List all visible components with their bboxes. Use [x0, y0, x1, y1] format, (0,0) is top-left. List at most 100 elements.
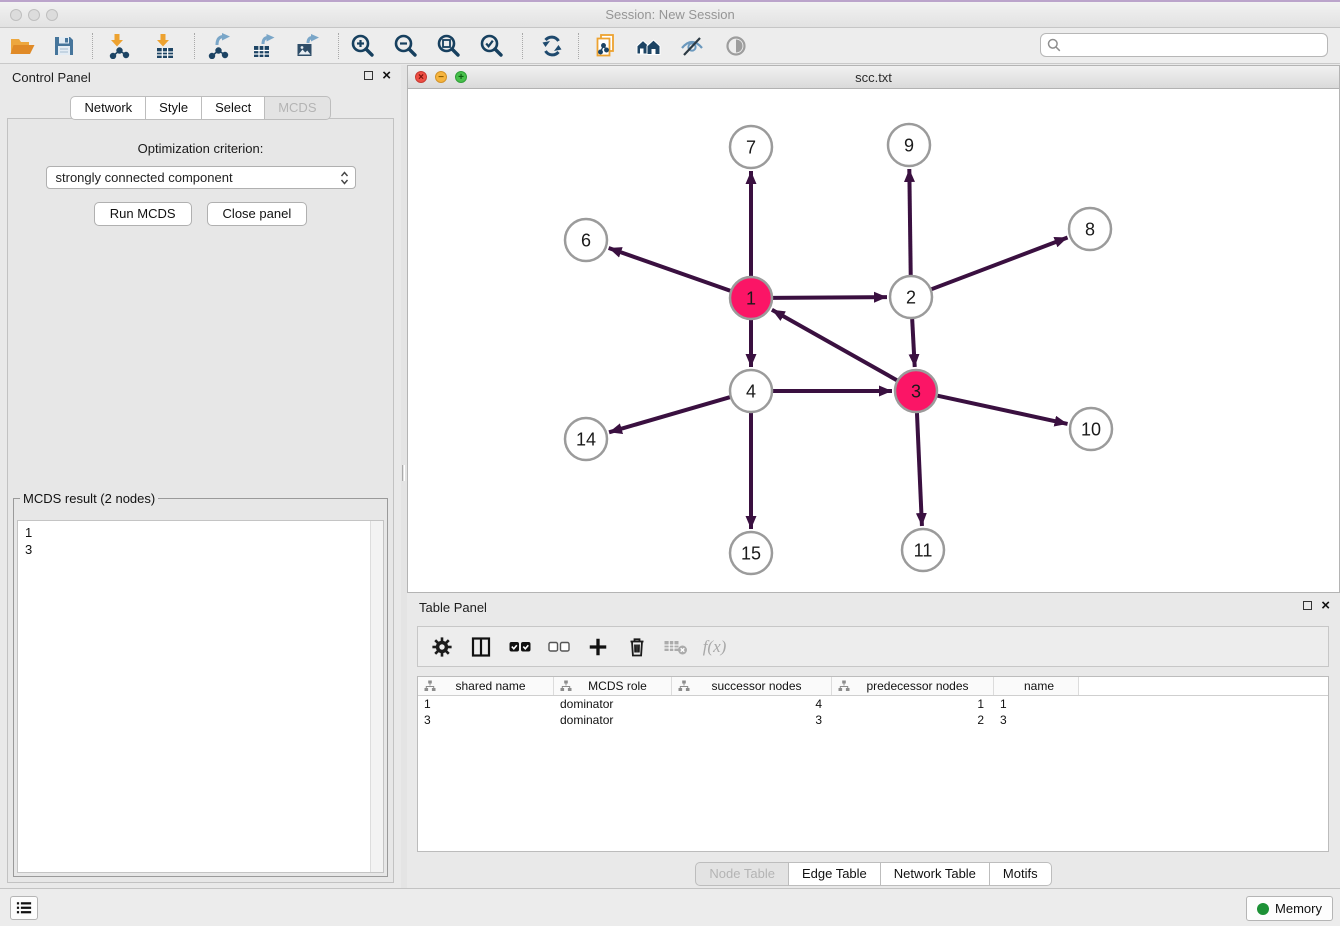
graph-node-label: 2: [906, 287, 916, 307]
split-columns-icon: [469, 635, 493, 659]
zoom-out-icon: [393, 33, 419, 59]
tab-motifs[interactable]: Motifs: [990, 862, 1052, 886]
graph-node-2[interactable]: 2: [890, 276, 932, 318]
delete-column-button[interactable]: [622, 632, 651, 661]
search-input[interactable]: [1065, 37, 1321, 53]
import-table-button[interactable]: [147, 31, 183, 61]
criterion-value: strongly connected component: [56, 170, 340, 185]
cell-filler: [1079, 696, 1328, 712]
network-canvas[interactable]: 7 9 6 8 1 2 4 3 14 10 15 11: [408, 89, 1339, 592]
column-header-mcds-role[interactable]: MCDS role: [554, 677, 672, 695]
graph-node-14[interactable]: 14: [565, 418, 607, 460]
graph-edge-3-1[interactable]: [772, 310, 897, 380]
create-column-button[interactable]: [583, 632, 612, 661]
zoom-fit-icon: [436, 33, 462, 59]
column-header-shared-name[interactable]: shared name: [418, 677, 554, 695]
graph-node-3[interactable]: 3: [895, 370, 937, 412]
export-table-button[interactable]: [246, 31, 282, 61]
graph-edge-1-2[interactable]: [773, 297, 887, 298]
graph-edge-2-8[interactable]: [932, 238, 1068, 290]
graph-node-label: 4: [746, 381, 756, 401]
result-line: 1: [25, 524, 369, 541]
select-all-icon: [508, 638, 532, 656]
zoom-in-button[interactable]: [345, 31, 381, 61]
graph-node-8[interactable]: 8: [1069, 208, 1111, 250]
close-panel-icon[interactable]: ×: [382, 70, 391, 81]
column-header-predecessor-nodes[interactable]: predecessor nodes: [832, 677, 994, 695]
zoom-selected-button[interactable]: [474, 31, 510, 61]
tab-select[interactable]: Select: [202, 96, 265, 120]
graph-edge-3-10[interactable]: [937, 396, 1067, 424]
graph-node-7[interactable]: 7: [730, 126, 772, 168]
close-panel-button[interactable]: Close panel: [207, 202, 308, 226]
graph-edge-1-6[interactable]: [609, 248, 731, 291]
apply-layout-button[interactable]: [534, 31, 570, 61]
graph-node-6[interactable]: 6: [565, 219, 607, 261]
memory-button[interactable]: Memory: [1246, 896, 1333, 921]
tab-mcds[interactable]: MCDS: [265, 96, 330, 120]
hierarchy-icon: [838, 680, 850, 692]
hierarchy-icon: [678, 680, 690, 692]
float-panel-icon[interactable]: [364, 71, 373, 80]
save-session-button[interactable]: [46, 31, 82, 61]
graph-edge-4-14[interactable]: [609, 397, 730, 432]
table-panel: Table Panel ×: [407, 595, 1340, 888]
optimization-criterion-label: Optimization criterion:: [8, 141, 393, 156]
run-mcds-button[interactable]: Run MCDS: [94, 202, 192, 226]
search-icon: [1047, 38, 1061, 52]
graph-node-10[interactable]: 10: [1070, 408, 1112, 450]
graph-node-15[interactable]: 15: [730, 532, 772, 574]
cell-successor-nodes: 4: [672, 696, 832, 712]
criterion-select[interactable]: strongly connected component: [46, 166, 356, 189]
graph-node-4[interactable]: 4: [730, 370, 772, 412]
deselect-all-button[interactable]: [544, 632, 573, 661]
table-row[interactable]: 1 dominator 4 1 1: [418, 696, 1328, 712]
select-all-button[interactable]: [505, 632, 534, 661]
open-session-button[interactable]: [4, 31, 40, 61]
cell-shared-name: 1: [418, 696, 554, 712]
cell-successor-nodes: 3: [672, 712, 832, 728]
function-builder-button[interactable]: f(x): [700, 632, 729, 661]
export-image-button[interactable]: [290, 31, 326, 61]
import-network-button[interactable]: [101, 31, 137, 61]
graph-node-1[interactable]: 1: [730, 277, 772, 319]
hierarchy-icon: [560, 680, 572, 692]
clone-network-icon: [593, 33, 619, 59]
graph-edge-2-9[interactable]: [909, 169, 910, 275]
delete-table-button[interactable]: [661, 632, 690, 661]
graph-node-label: 6: [581, 230, 591, 250]
graph-edge-2-3[interactable]: [912, 319, 915, 367]
clone-network-button[interactable]: [588, 31, 624, 61]
tab-style[interactable]: Style: [146, 96, 202, 120]
network-graph[interactable]: 7 9 6 8 1 2 4 3 14 10 15 11: [408, 89, 1339, 592]
cell-predecessor-nodes: 1: [832, 696, 994, 712]
task-history-button[interactable]: [10, 896, 38, 920]
hide-selected-button[interactable]: [674, 31, 710, 61]
graph-node-11[interactable]: 11: [902, 529, 944, 571]
tab-network[interactable]: Network: [70, 96, 146, 120]
float-panel-icon[interactable]: [1303, 601, 1312, 610]
export-network-icon: [207, 33, 233, 59]
trash-icon: [625, 635, 649, 659]
refresh-icon: [539, 33, 565, 59]
tab-edge-table[interactable]: Edge Table: [789, 862, 881, 886]
list-icon: [15, 900, 33, 916]
tab-network-table[interactable]: Network Table: [881, 862, 990, 886]
show-all-button[interactable]: [718, 31, 754, 61]
result-scrollbar[interactable]: [370, 521, 383, 872]
graph-edge-3-11[interactable]: [917, 413, 922, 526]
graph-node-9[interactable]: 9: [888, 124, 930, 166]
show-column-panel-button[interactable]: [466, 632, 495, 661]
close-panel-icon[interactable]: ×: [1321, 600, 1330, 611]
export-network-button[interactable]: [202, 31, 238, 61]
first-neighbors-button[interactable]: [631, 31, 667, 61]
zoom-fit-button[interactable]: [431, 31, 467, 61]
table-settings-button[interactable]: [427, 632, 456, 661]
tab-node-table[interactable]: Node Table: [695, 862, 789, 886]
column-header-name[interactable]: name: [994, 677, 1079, 695]
mcds-result-area: 1 3: [17, 520, 384, 873]
table-row[interactable]: 3 dominator 3 2 3: [418, 712, 1328, 728]
mcds-result-title: MCDS result (2 nodes): [20, 491, 158, 506]
column-header-successor-nodes[interactable]: successor nodes: [672, 677, 832, 695]
zoom-out-button[interactable]: [388, 31, 424, 61]
